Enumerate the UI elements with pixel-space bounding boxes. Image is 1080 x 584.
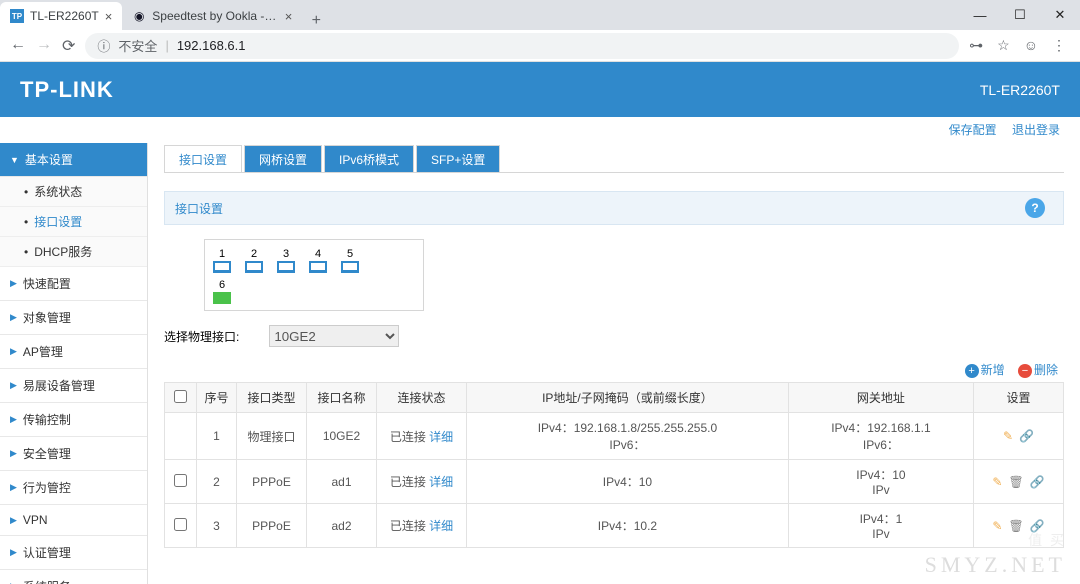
inner-tab[interactable]: 接口设置 <box>164 145 242 172</box>
delete-button[interactable]: −删除 <box>1018 363 1058 377</box>
port-diagram: 12345 6 <box>204 239 424 311</box>
sidebar-subitem[interactable]: DHCP服务 <box>0 237 147 267</box>
close-window-button[interactable]: ✕ <box>1040 0 1080 30</box>
trash-icon[interactable]: 🗑 <box>1008 519 1023 533</box>
row-checkbox[interactable] <box>174 518 187 531</box>
sidebar-item[interactable]: ▶系统服务 <box>0 570 147 584</box>
help-icon[interactable]: ? <box>1025 198 1045 218</box>
port-3[interactable]: 3 <box>277 248 295 273</box>
browser-tabs: TP TL-ER2260T × ◉ Speedtest by Ookla - T… <box>0 0 1080 30</box>
tab-router[interactable]: TP TL-ER2260T × <box>0 2 122 30</box>
brand-logo: TP-LINK <box>20 77 114 103</box>
key-icon[interactable]: ⊶ <box>969 37 983 54</box>
inner-tab[interactable]: 网桥设置 <box>244 145 322 172</box>
watermark: 值 买 <box>1028 530 1066 550</box>
sidebar-item[interactable]: ▶认证管理 <box>0 536 147 570</box>
edit-icon[interactable]: ✎ <box>992 519 1002 533</box>
tab-title: TL-ER2260T <box>30 9 99 23</box>
detail-link[interactable]: 详细 <box>429 475 453 489</box>
port-5[interactable]: 5 <box>341 248 359 273</box>
interface-table: 序号接口类型接口名称连接状态IP地址/子网掩码（或前缀长度）网关地址设置 1物理… <box>164 382 1064 548</box>
col-header: 接口名称 <box>307 383 377 413</box>
link-icon[interactable]: 🔗 <box>1019 429 1034 443</box>
sidebar: ▼基本设置系统状态接口设置DHCP服务▶快速配置▶对象管理▶AP管理▶易展设备管… <box>0 143 148 584</box>
tab-speedtest[interactable]: ◉ Speedtest by Ookla - The Glo… × <box>122 2 302 30</box>
inner-tabs: 接口设置网桥设置IPv6桥模式SFP+设置 <box>164 145 1064 173</box>
close-icon[interactable]: × <box>105 9 113 24</box>
inner-tab[interactable]: IPv6桥模式 <box>324 145 414 172</box>
link-icon[interactable]: 🔗 <box>1030 475 1045 489</box>
detail-link[interactable]: 详细 <box>429 519 453 533</box>
section-title: 接口设置 <box>175 200 223 217</box>
sidebar-item[interactable]: ▶传输控制 <box>0 403 147 437</box>
maximize-button[interactable]: ☐ <box>1000 0 1040 30</box>
edit-icon[interactable]: ✎ <box>992 475 1002 489</box>
tab-favicon: TP <box>10 9 24 23</box>
col-header: IP地址/子网掩码（或前缀长度） <box>467 383 789 413</box>
info-icon[interactable]: ⓘ <box>97 36 110 55</box>
col-header: 网关地址 <box>788 383 973 413</box>
close-icon[interactable]: × <box>285 9 293 24</box>
section-bar: 接口设置 ? <box>164 191 1064 225</box>
menu-icon[interactable]: ⋮ <box>1052 37 1066 54</box>
detail-link[interactable]: 详细 <box>429 430 453 444</box>
sidebar-item[interactable]: ▼基本设置 <box>0 143 147 177</box>
table-row: 2PPPoEad1已连接 详细IPv4：10IPv4：10 IPv✎🗑🔗 <box>165 460 1064 504</box>
url-field[interactable]: ⓘ 不安全 | 192.168.6.1 <box>85 33 959 59</box>
new-tab-button[interactable]: + <box>302 12 330 30</box>
profile-icon[interactable]: ☺ <box>1024 37 1038 54</box>
security-label: 不安全 <box>118 36 157 55</box>
back-button[interactable]: ← <box>10 36 26 56</box>
logout-link[interactable]: 退出登录 <box>1012 123 1060 137</box>
sidebar-item[interactable]: ▶易展设备管理 <box>0 369 147 403</box>
col-header: 序号 <box>197 383 237 413</box>
reload-button[interactable]: ⟳ <box>62 36 75 56</box>
col-header: 接口类型 <box>237 383 307 413</box>
content: 接口设置网桥设置IPv6桥模式SFP+设置 接口设置 ? 12345 6 选择物… <box>148 143 1080 584</box>
sidebar-item[interactable]: ▶AP管理 <box>0 335 147 369</box>
table-row: 1物理接口10GE2已连接 详细IPv4：192.168.1.8/255.255… <box>165 413 1064 460</box>
selector-label: 选择物理接口: <box>164 328 239 345</box>
col-header: 设置 <box>974 383 1064 413</box>
table-actions: +新增 −删除 <box>164 357 1064 382</box>
star-icon[interactable]: ☆ <box>997 37 1010 54</box>
router-header: TP-LINK TL-ER2260T <box>0 62 1080 117</box>
col-header <box>165 383 197 413</box>
forward-button[interactable]: → <box>36 36 52 56</box>
tab-title: Speedtest by Ookla - The Glo… <box>152 9 278 23</box>
sidebar-item[interactable]: ▶行为管控 <box>0 471 147 505</box>
tab-favicon: ◉ <box>132 9 146 23</box>
url-text: 192.168.6.1 <box>177 38 246 53</box>
interface-select[interactable]: 10GE2 <box>269 325 399 347</box>
sidebar-item[interactable]: ▶安全管理 <box>0 437 147 471</box>
header-links: 保存配置 退出登录 <box>0 117 1080 143</box>
sidebar-subitem[interactable]: 系统状态 <box>0 177 147 207</box>
edit-icon[interactable]: ✎ <box>1003 429 1013 443</box>
port-1[interactable]: 1 <box>213 248 231 273</box>
save-config-link[interactable]: 保存配置 <box>949 123 997 137</box>
minimize-button[interactable]: — <box>960 0 1000 30</box>
table-row: 3PPPoEad2已连接 详细IPv4：10.2IPv4：1 IPv✎🗑🔗 <box>165 504 1064 548</box>
port-2[interactable]: 2 <box>245 248 263 273</box>
sidebar-item[interactable]: ▶VPN <box>0 505 147 536</box>
sidebar-item[interactable]: ▶对象管理 <box>0 301 147 335</box>
add-button[interactable]: +新增 <box>965 363 1005 377</box>
sidebar-item[interactable]: ▶快速配置 <box>0 267 147 301</box>
select-all-checkbox[interactable] <box>174 390 187 403</box>
col-header: 连接状态 <box>377 383 467 413</box>
inner-tab[interactable]: SFP+设置 <box>416 145 500 172</box>
port-6[interactable]: 6 <box>213 279 231 304</box>
sidebar-subitem[interactable]: 接口设置 <box>0 207 147 237</box>
port-4[interactable]: 4 <box>309 248 327 273</box>
row-checkbox[interactable] <box>174 474 187 487</box>
trash-icon[interactable]: 🗑 <box>1008 475 1023 489</box>
model-label: TL-ER2260T <box>980 82 1060 98</box>
address-bar: ← → ⟳ ⓘ 不安全 | 192.168.6.1 ⊶ ☆ ☺ ⋮ <box>0 30 1080 62</box>
